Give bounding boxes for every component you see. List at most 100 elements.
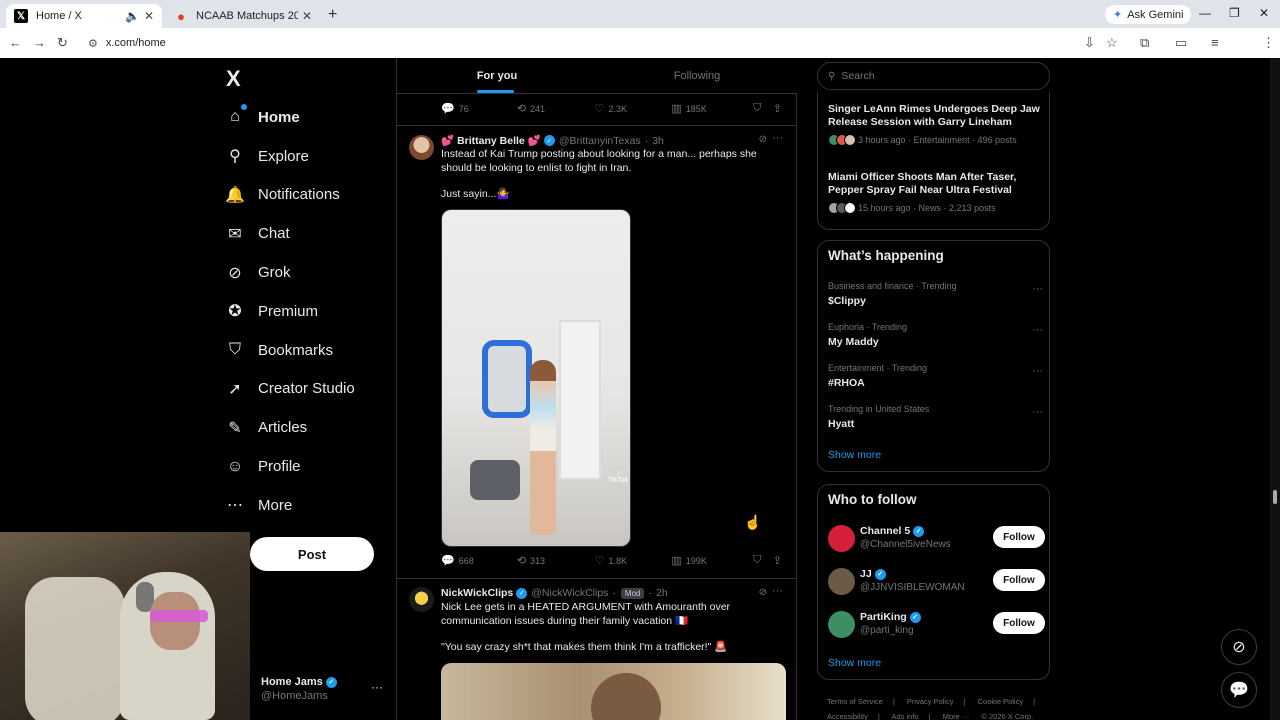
ask-gemini-button[interactable]: ✦ Ask Gemini [1105, 5, 1192, 24]
close-tab-icon[interactable]: ✕ [302, 9, 312, 23]
sidebar-item-premium[interactable]: ✪ Premium [224, 292, 355, 331]
tweet[interactable]: NickWickClips ✓ @NickWickClips · Mod · 2… [397, 578, 797, 720]
scrollbar-thumb[interactable] [1273, 490, 1277, 504]
show-more-link[interactable]: Show more [828, 449, 881, 461]
footer-link[interactable]: More ··· [943, 712, 970, 720]
star-icon[interactable]: ☆ [1106, 35, 1118, 51]
sidebar-item-more[interactable]: ⋯ More [224, 486, 355, 525]
more-icon[interactable]: ··· [772, 585, 783, 597]
close-tab-icon[interactable]: ✕ [144, 9, 154, 23]
more-icon[interactable]: ··· [772, 132, 783, 144]
views-button[interactable]: ▥ 199K [671, 554, 753, 567]
tweet[interactable]: 💕 Brittany Belle 💕 ✓ @BrittanyinTexas · … [397, 125, 797, 578]
more-icon[interactable]: ··· [1032, 406, 1043, 418]
footer-link[interactable]: Privacy Policy [907, 697, 954, 706]
share-button[interactable]: ⇪ [773, 554, 786, 567]
tab-following[interactable]: Following [597, 58, 797, 93]
follow-button[interactable]: Follow [993, 569, 1045, 591]
author-handle[interactable]: @BrittanyinTexas [559, 135, 641, 147]
trend-item[interactable]: Business and finance · Trending $Clippy … [828, 281, 1043, 307]
share-button[interactable]: ⇪ [773, 102, 786, 115]
reply-button[interactable]: 💬 668 [441, 554, 517, 567]
sidebar-item-home[interactable]: ⌂ Home [224, 98, 355, 137]
follow-button[interactable]: Follow [993, 526, 1045, 548]
follow-button[interactable]: Follow [993, 612, 1045, 634]
follow-suggestion[interactable]: JJ ✓ @JJNVISIBLEWOMAN Follow [828, 566, 1045, 600]
trend-item[interactable]: Trending in United States Hyatt ··· [828, 404, 1043, 430]
more-icon[interactable]: ··· [1032, 324, 1043, 336]
sidebar-item-notifications[interactable]: 🔔 Notifications [224, 176, 355, 215]
speaker-icon[interactable]: 🔈 [125, 9, 140, 23]
avatar[interactable] [409, 587, 434, 612]
news-item[interactable]: Singer LeAnn Rimes Undergoes Deep Jaw Re… [828, 103, 1043, 146]
show-more-link[interactable]: Show more [828, 657, 881, 669]
more-icon[interactable]: ··· [1032, 365, 1043, 377]
media-icon[interactable]: ≡ [1211, 35, 1219, 50]
back-icon[interactable]: ← [9, 35, 22, 50]
footer-link[interactable]: Accessibility [827, 712, 868, 720]
sidebar-item-articles[interactable]: ✎ Articles [224, 408, 355, 447]
x-favicon-icon: 𝕏 [14, 9, 28, 23]
tab-for-you[interactable]: For you [397, 58, 597, 93]
tab-ncaab[interactable]: ● NCAAB Matchups 2025-2026 - ✕ [166, 4, 320, 28]
tab-home-x[interactable]: 𝕏 Home / X 🔈 ✕ [6, 4, 162, 28]
views-button[interactable]: ▥ 185K [671, 102, 753, 115]
messages-fab-icon[interactable]: 💬 [1221, 672, 1257, 708]
post-button[interactable]: Post [250, 537, 374, 571]
url-field[interactable]: ⚙ x.com/home [80, 32, 1080, 54]
grok-icon[interactable]: ⊘ [759, 134, 767, 145]
follow-suggestion[interactable]: PartiKing ✓ @parti_king Follow [828, 609, 1045, 643]
tweet-time[interactable]: 2h [656, 587, 668, 599]
bookmark-button[interactable]: ⛉ [753, 554, 773, 567]
sidebar-item-bookmarks[interactable]: ⛉ Bookmarks [224, 331, 355, 370]
author-name[interactable]: Brittany Belle [457, 135, 525, 147]
footer-link[interactable]: Ads info [891, 712, 918, 720]
account-switcher[interactable]: Home Jams ✓ @HomeJams [261, 676, 337, 702]
sidebar-item-explore[interactable]: ⚲ Explore [224, 137, 355, 176]
sidebar-item-creator-studio[interactable]: ➚ Creator Studio [224, 370, 354, 409]
reload-icon[interactable]: ↻ [57, 35, 68, 51]
more-icon[interactable]: ··· [1032, 283, 1043, 295]
author-handle[interactable]: @NickWickClips [531, 587, 608, 599]
sidebar-item-profile[interactable]: ☺ Profile [224, 447, 355, 486]
browser-menu-icon[interactable]: ⋮ [1262, 35, 1275, 51]
reply-button[interactable]: 💬 76 [441, 102, 517, 115]
x-logo[interactable]: X [226, 66, 241, 92]
news-item[interactable]: Miami Officer Shoots Man After Taser, Pe… [828, 171, 1043, 214]
verified-icon: ✓ [325, 676, 337, 688]
scrollbar[interactable] [1270, 58, 1280, 720]
sidebar-item-grok[interactable]: ⊘ Grok [224, 253, 355, 292]
account-more-icon[interactable]: ··· [371, 680, 383, 694]
repost-button[interactable]: ⟲ 313 [517, 554, 595, 567]
grok-fab-icon[interactable]: ⊘ [1221, 629, 1257, 665]
like-button[interactable]: ♡ 1.8K [595, 554, 672, 567]
like-button[interactable]: ♡ 2.3K [595, 102, 672, 115]
footer-link[interactable]: Cookie Policy [978, 697, 1023, 706]
grok-icon[interactable]: ⊘ [759, 587, 767, 598]
tweet-video[interactable]: ♪ TikTok [441, 209, 631, 547]
extensions-icon[interactable]: ⧉ [1140, 35, 1149, 51]
trend-item[interactable]: Euphoria · Trending My Maddy ··· [828, 322, 1043, 348]
avatar[interactable] [828, 568, 855, 595]
tweet-time[interactable]: 3h [652, 135, 664, 147]
author-name[interactable]: NickWickClips [441, 587, 513, 599]
trend-item[interactable]: Entertainment · Trending #RHOA ··· [828, 363, 1043, 389]
new-tab-icon[interactable]: + [328, 6, 337, 24]
footer-link[interactable]: Terms of Service [827, 697, 883, 706]
install-icon[interactable]: ⇩ [1084, 35, 1095, 51]
tweet-media[interactable] [441, 663, 786, 720]
avatar[interactable] [409, 135, 434, 160]
follow-suggestion[interactable]: Channel 5 ✓ @Channel5iveNews Follow [828, 523, 1045, 557]
bookmark-button[interactable]: ⛉ [753, 102, 773, 115]
avatar[interactable] [828, 525, 855, 552]
forward-icon[interactable]: → [33, 35, 46, 50]
sidepanel-icon[interactable]: ▭ [1175, 35, 1187, 51]
repost-button[interactable]: ⟲ 241 [517, 102, 595, 115]
restore-icon[interactable]: ❐ [1229, 6, 1240, 20]
search-input[interactable]: ⚲ Search [817, 62, 1050, 90]
minimize-icon[interactable]: — [1199, 6, 1211, 20]
site-info-icon[interactable]: ⚙ [88, 37, 98, 50]
close-window-icon[interactable]: ✕ [1259, 6, 1269, 20]
avatar[interactable] [828, 611, 855, 638]
sidebar-item-chat[interactable]: ✉ Chat [224, 214, 355, 253]
